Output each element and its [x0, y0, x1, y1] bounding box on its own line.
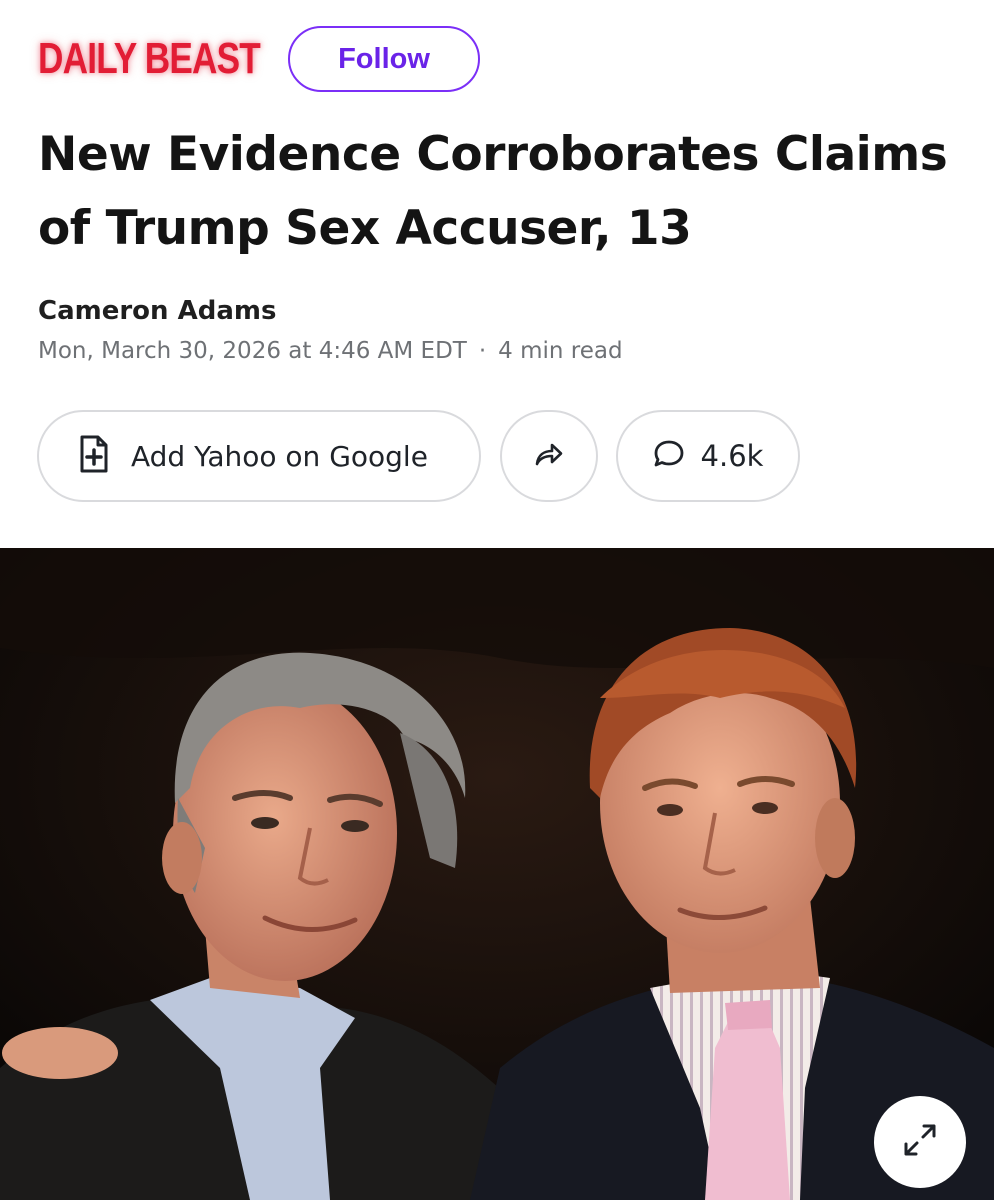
- meta-separator: ·: [478, 338, 487, 364]
- comment-bubble-icon: [653, 439, 685, 474]
- add-yahoo-label: Add Yahoo on Google: [131, 439, 428, 473]
- hero-photo[interactable]: [0, 548, 994, 1200]
- share-button[interactable]: [500, 410, 598, 502]
- comments-button[interactable]: 4.6k: [616, 410, 800, 502]
- add-yahoo-on-google-button[interactable]: Add Yahoo on Google: [37, 410, 481, 502]
- publisher-logo[interactable]: DAILY BEAST: [38, 34, 261, 84]
- article-headline: New Evidence Corroborates Claims of Trum…: [38, 127, 948, 256]
- add-document-icon: [79, 435, 109, 478]
- comment-count: 4.6k: [700, 439, 764, 473]
- read-time: 4 min read: [498, 338, 623, 364]
- publish-date: Mon, March 30, 2026 at 4:46 AM EDT: [38, 338, 467, 364]
- share-arrow-icon: [534, 441, 564, 472]
- expand-image-button[interactable]: [874, 1096, 966, 1188]
- author-name[interactable]: Cameron Adams: [38, 296, 276, 326]
- follow-button[interactable]: Follow: [288, 26, 480, 92]
- article-header: DAILY BEAST Follow New Evidence Corrobor…: [0, 0, 994, 548]
- expand-arrows-icon: [900, 1120, 940, 1165]
- article-meta: Mon, March 30, 2026 at 4:46 AM EDT · 4 min…: [38, 338, 623, 364]
